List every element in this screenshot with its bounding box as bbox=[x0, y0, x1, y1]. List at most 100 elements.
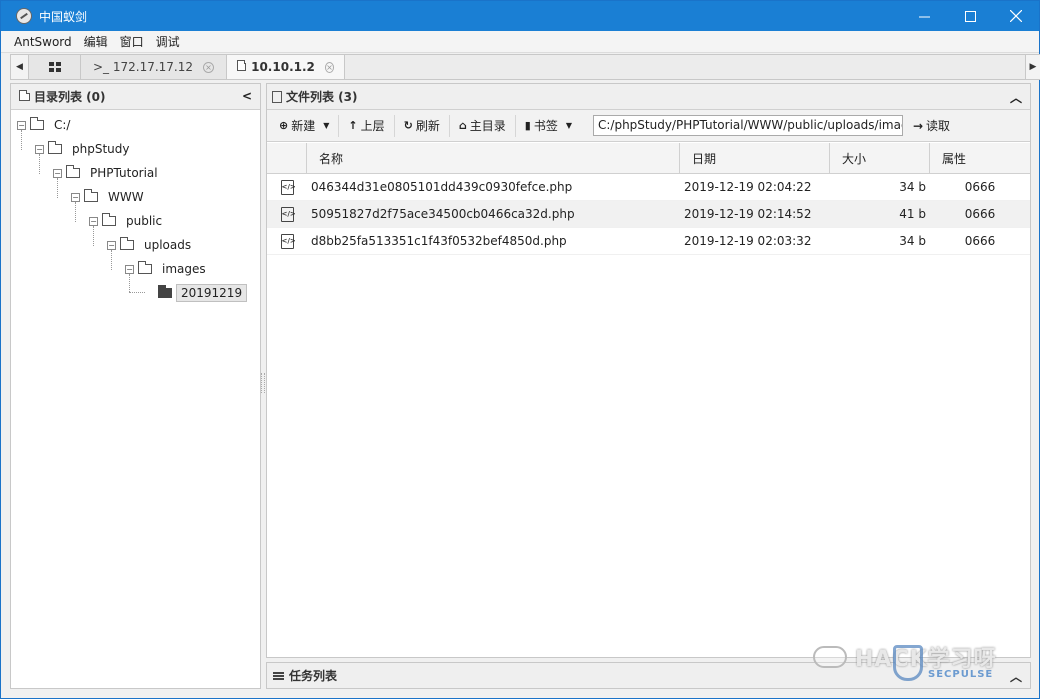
wechat-logo-icon bbox=[813, 646, 847, 668]
home-label: 主目录 bbox=[469, 119, 506, 133]
tree-label: WWW bbox=[108, 190, 144, 204]
php-file-icon: </> bbox=[280, 206, 296, 222]
refresh-icon: ↻ bbox=[403, 119, 413, 132]
directory-panel-header: 目录列表 (0) < bbox=[11, 84, 260, 110]
tab-scroll-left-button[interactable]: ◀ bbox=[11, 55, 29, 79]
tab-home[interactable] bbox=[29, 55, 81, 79]
collapse-up-icon[interactable]: ︿ bbox=[1010, 668, 1022, 685]
folder-icon bbox=[84, 189, 98, 202]
refresh-button[interactable]: ↻ 刷新 bbox=[395, 114, 450, 137]
bookmark-button[interactable]: ▮ 书签 ▼ bbox=[516, 115, 581, 137]
tree-collapse-icon[interactable]: − bbox=[53, 168, 62, 178]
file-toolbar: ⊕ 新建 ▼ ↑ 上层 ↻ 刷新 ⌂ 主目录 ▮ 书签 ▼ C:/phpStud… bbox=[267, 110, 1030, 142]
tree-node-phpstudy[interactable]: − phpStudy bbox=[35, 139, 130, 159]
tree-label: PHPTutorial bbox=[90, 166, 158, 180]
file-grid: 名称 日期 大小 属性 </> 046344d31e0805101dd439c0… bbox=[267, 143, 1030, 255]
php-file-icon: </> bbox=[280, 179, 296, 195]
file-size: 34 b bbox=[899, 180, 926, 194]
tree-collapse-icon[interactable]: − bbox=[89, 216, 98, 226]
file-date: 2019-12-19 02:03:32 bbox=[684, 234, 812, 248]
tree-node-images[interactable]: − images bbox=[125, 259, 206, 279]
caret-down-icon: ▼ bbox=[565, 121, 572, 130]
window-title: 中国蚁剑 bbox=[39, 9, 88, 24]
close-button[interactable] bbox=[993, 1, 1039, 31]
tree-collapse-icon[interactable]: − bbox=[17, 120, 26, 130]
up-level-label: 上层 bbox=[360, 119, 385, 133]
home-button[interactable]: ⌂ 主目录 bbox=[450, 114, 516, 137]
col-date[interactable]: 日期 bbox=[680, 143, 830, 173]
tree-collapse-icon[interactable]: − bbox=[107, 240, 116, 250]
antsword-logo-icon bbox=[16, 8, 32, 24]
tree-node-c[interactable]: − C:/ bbox=[17, 115, 70, 135]
file-size: 41 b bbox=[899, 207, 926, 221]
col-name[interactable]: 名称 bbox=[307, 143, 680, 173]
home-icon: ⌂ bbox=[458, 119, 467, 132]
file-row[interactable]: </> 50951827d2f75ace34500cb0466ca32d.php… bbox=[267, 201, 1030, 228]
file-name: 046344d31e0805101dd439c0930fefce.php bbox=[311, 180, 573, 194]
minimize-icon bbox=[918, 16, 930, 17]
tab-bar: ◀ >_ 172.17.17.12 × 10.10.1.2 × ▶ bbox=[10, 54, 1040, 80]
menu-edit[interactable]: 编辑 bbox=[84, 33, 108, 50]
tab-close-icon[interactable]: × bbox=[324, 61, 334, 73]
file-size: 34 b bbox=[899, 234, 926, 248]
tab-label: 10.10.1.2 bbox=[251, 60, 315, 74]
file-row[interactable]: </> 046344d31e0805101dd439c0930fefce.php… bbox=[267, 174, 1030, 201]
folder-open-icon bbox=[158, 285, 172, 298]
file-grid-header: 名称 日期 大小 属性 bbox=[267, 143, 1030, 174]
tree-collapse-icon[interactable]: − bbox=[125, 264, 134, 274]
folder-icon bbox=[102, 213, 116, 226]
read-button[interactable]: → 读取 bbox=[913, 117, 950, 134]
bookmark-icon: ▮ bbox=[524, 119, 531, 132]
col-icon bbox=[267, 143, 307, 173]
tree-node-uploads[interactable]: − uploads bbox=[107, 235, 191, 255]
menu-antsword[interactable]: AntSword bbox=[14, 35, 72, 49]
minimize-button[interactable] bbox=[901, 1, 947, 31]
new-button[interactable]: ⊕ 新建 ▼ bbox=[267, 114, 340, 137]
maximize-icon bbox=[964, 10, 976, 22]
tab-shell-172[interactable]: >_ 172.17.17.12 × bbox=[81, 55, 227, 79]
file-panel-title: 文件列表 (3) bbox=[286, 90, 358, 104]
up-level-button[interactable]: ↑ 上层 bbox=[339, 114, 395, 137]
tab-close-icon[interactable]: × bbox=[203, 61, 215, 73]
file-date: 2019-12-19 02:04:22 bbox=[684, 180, 812, 194]
menu-debug[interactable]: 调试 bbox=[156, 33, 180, 50]
watermark-subtext: SECPULSE bbox=[928, 669, 994, 680]
shield-logo-icon bbox=[893, 645, 923, 681]
tree-label: public bbox=[126, 214, 163, 228]
watermark: HACK学习呀 SECPULSE bbox=[813, 641, 997, 681]
folder-icon bbox=[237, 60, 247, 71]
maximize-button[interactable] bbox=[947, 1, 993, 31]
directory-panel: 目录列表 (0) < − C:/ − phpStudy − PHPTutoria… bbox=[10, 83, 261, 689]
task-panel-title: 任务列表 bbox=[289, 669, 338, 683]
list-icon bbox=[273, 671, 284, 680]
tree-node-phptutorial[interactable]: − PHPTutorial bbox=[53, 163, 158, 183]
file-attr: 0666 bbox=[964, 234, 996, 248]
tab-scroll-right-button[interactable]: ▶ bbox=[1025, 54, 1040, 80]
path-input[interactable]: C:/phpStudy/PHPTutorial/WWW/public/uploa… bbox=[592, 115, 903, 136]
folder-icon bbox=[30, 117, 44, 130]
file-row[interactable]: </> d8bb25fa513351c1f43f0532bef4850d.php… bbox=[267, 228, 1030, 255]
file-panel: 文件列表 (3) ︿ ⊕ 新建 ▼ ↑ 上层 ↻ 刷新 ⌂ 主目录 ▮ 书签 ▼… bbox=[266, 83, 1031, 658]
col-size[interactable]: 大小 bbox=[830, 143, 930, 173]
folder-icon bbox=[66, 165, 80, 178]
file-attr: 0666 bbox=[964, 180, 996, 194]
antsword-window: 中国蚁剑 AntSword 编辑 窗口 调试 ◀ >_ 172.17.17.12… bbox=[0, 0, 1040, 699]
menu-window[interactable]: 窗口 bbox=[120, 33, 144, 50]
collapse-left-icon[interactable]: < bbox=[242, 89, 252, 103]
refresh-label: 刷新 bbox=[415, 119, 440, 133]
tree-collapse-icon[interactable]: − bbox=[35, 144, 44, 154]
directory-panel-title: 目录列表 (0) bbox=[34, 90, 106, 104]
tab-files-10[interactable]: 10.10.1.2 × bbox=[227, 55, 345, 79]
tree-label: C:/ bbox=[54, 118, 71, 132]
arrow-up-icon: ↑ bbox=[348, 119, 358, 132]
tree-node-public[interactable]: − public bbox=[89, 211, 162, 231]
tree-node-www[interactable]: − WWW bbox=[71, 187, 144, 207]
tree-collapse-icon[interactable]: − bbox=[71, 192, 80, 202]
arrow-right-icon: → bbox=[912, 118, 924, 133]
tree-label: phpStudy bbox=[72, 142, 130, 156]
col-attr[interactable]: 属性 bbox=[930, 143, 1030, 173]
panel-splitter[interactable] bbox=[261, 373, 265, 393]
collapse-up-icon[interactable]: ︿ bbox=[1010, 89, 1022, 106]
file-name: 50951827d2f75ace34500cb0466ca32d.php bbox=[311, 207, 575, 221]
tree-node-20191219[interactable]: 20191219 bbox=[158, 283, 248, 303]
